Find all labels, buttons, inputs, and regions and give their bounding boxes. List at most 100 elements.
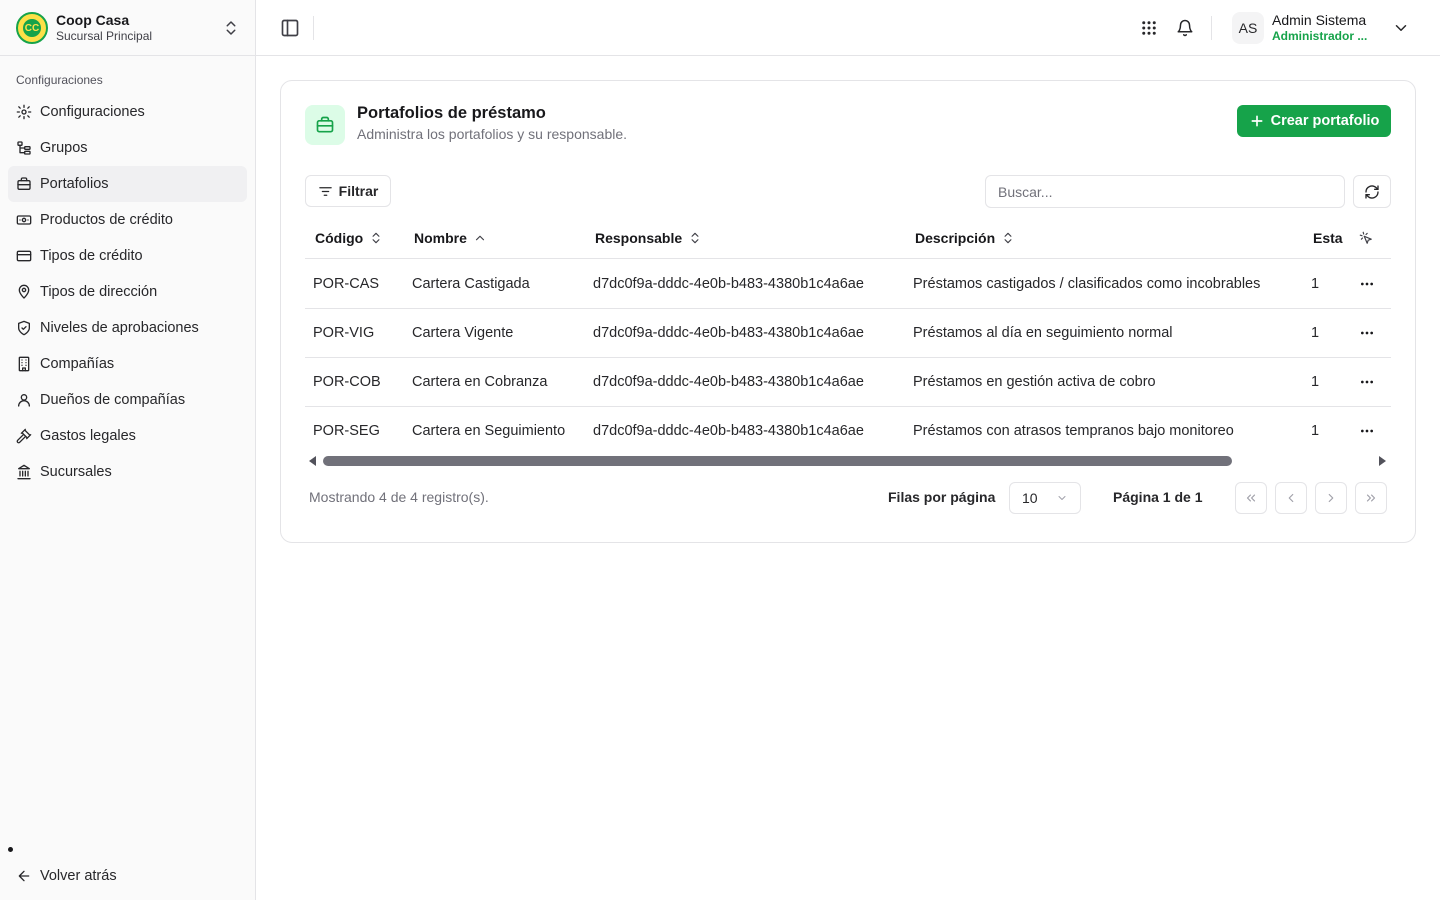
sidebar-item-label: Compañías (40, 356, 115, 372)
credit-card-icon (16, 250, 32, 262)
row-actions-button[interactable] (1353, 325, 1381, 341)
table-row[interactable]: POR-COB Cartera en Cobranza d7dc0f9a-ddd… (305, 358, 1391, 407)
chevrons-up-down-icon[interactable] (222, 19, 240, 37)
org-switcher[interactable]: CC Coop Casa Sucursal Principal (0, 0, 255, 56)
cell-responsable: d7dc0f9a-dddc-4e0b-b483-4380b1c4a6ae (593, 325, 864, 341)
sidebar-item-tipos-direccion[interactable]: Tipos de dirección (8, 274, 247, 310)
cell-codigo: POR-CAS (313, 276, 380, 292)
cell-responsable: d7dc0f9a-dddc-4e0b-b483-4380b1c4a6ae (593, 276, 864, 292)
shield-check-icon (18, 320, 30, 336)
column-settings-button[interactable] (1353, 217, 1373, 259)
search-input[interactable] (985, 175, 1345, 208)
row-actions-button[interactable] (1353, 276, 1381, 292)
table-row[interactable]: POR-SEG Cartera en Seguimiento d7dc0f9a-… (305, 407, 1391, 443)
page-info: Página 1 de 1 (1113, 489, 1203, 505)
more-horizontal-icon (1361, 380, 1373, 384)
sidebar-item-niveles-aprobaciones[interactable]: Niveles de aprobaciones (8, 310, 247, 346)
sort-icon (1004, 232, 1012, 244)
filter-button[interactable]: Filtrar (305, 175, 391, 207)
cell-estado: 1 (1311, 423, 1320, 439)
sidebar-item-tipos-credito[interactable]: Tipos de crédito (8, 238, 247, 274)
cell-responsable: d7dc0f9a-dddc-4e0b-b483-4380b1c4a6ae (593, 423, 864, 439)
sidebar-item-label: Tipos de crédito (40, 248, 143, 264)
cell-nombre: Cartera Castigada (412, 276, 530, 292)
scrollbar-thumb[interactable] (323, 456, 1232, 466)
sidebar-toggle-icon[interactable] (280, 18, 300, 38)
sidebar-item-grupos[interactable]: Grupos (8, 130, 247, 166)
bell-icon[interactable] (1176, 19, 1194, 37)
table-row[interactable]: POR-CAS Cartera Castigada d7dc0f9a-dddc-… (305, 260, 1391, 309)
plus-icon (1251, 115, 1263, 127)
horizontal-scrollbar[interactable] (321, 456, 1373, 466)
top-header: AS Admin Sistema Administrador ... (256, 0, 1440, 56)
refresh-icon (1365, 184, 1379, 199)
previous-page-button[interactable] (1275, 482, 1307, 514)
rows-per-page-label: Filas por página (888, 489, 996, 505)
sidebar-item-duenos-companias[interactable]: Dueños de compañías (8, 382, 247, 418)
next-page-button[interactable] (1315, 482, 1347, 514)
scroll-right-arrow[interactable] (1379, 456, 1386, 466)
sidebar-item-label: Productos de crédito (40, 212, 173, 228)
cell-estado: 1 (1311, 276, 1320, 292)
banknote-icon (16, 215, 32, 225)
sidebar-item-label: Tipos de dirección (40, 284, 158, 300)
sidebar-item-sucursales[interactable]: Sucursales (8, 454, 247, 490)
sidebar-item-label: Dueños de compañías (40, 392, 186, 408)
cell-codigo: POR-VIG (313, 325, 375, 341)
column-header-nombre[interactable]: Nombre (414, 217, 487, 259)
org-logo-mark: CC (23, 19, 41, 37)
sidebar-item-label: Niveles de aprobaciones (40, 320, 199, 336)
row-actions-button[interactable] (1353, 423, 1381, 439)
rows-per-page-select[interactable]: 10 (1009, 482, 1081, 514)
user-role: Administrador ... (1272, 29, 1368, 43)
column-header-estado[interactable]: Esta (1313, 217, 1343, 259)
more-horizontal-icon (1361, 282, 1373, 286)
apps-grid-icon[interactable] (1140, 19, 1158, 37)
column-header-descripcion[interactable]: Descripción (915, 217, 1015, 259)
map-pin-icon (18, 284, 30, 299)
chevron-right-icon (1328, 493, 1334, 503)
sort-icon (372, 232, 380, 244)
briefcase-icon (316, 116, 334, 133)
sort-ascending-icon (475, 235, 484, 241)
sidebar-item-companias[interactable]: Compañías (8, 346, 247, 382)
row-actions-button[interactable] (1353, 374, 1381, 390)
sidebar-nav: Configuraciones Grupos Portafolios Produ… (8, 94, 247, 490)
user-name[interactable]: Admin Sistema (1272, 12, 1366, 28)
sort-icon (691, 232, 699, 244)
landmark-icon (17, 464, 31, 480)
chevrons-left-icon (1246, 494, 1256, 502)
first-page-button[interactable] (1235, 482, 1267, 514)
sparkle-pointer-icon (1359, 231, 1372, 244)
cell-nombre: Cartera Vigente (412, 325, 514, 341)
cell-nombre: Cartera en Seguimiento (412, 423, 566, 439)
last-page-button[interactable] (1355, 482, 1387, 514)
cell-descripcion: Préstamos en gestión activa de cobro (913, 374, 1156, 390)
sidebar-item-label: Configuraciones (40, 104, 145, 120)
portfolios-card: Portafolios de préstamo Administra los p… (280, 80, 1416, 543)
sidebar: CC Coop Casa Sucursal Principal Configur… (0, 0, 256, 900)
sidebar-item-portafolios[interactable]: Portafolios (8, 166, 247, 202)
chevron-down-icon (1058, 496, 1066, 500)
avatar[interactable]: AS (1232, 12, 1264, 44)
sidebar-item-configuraciones[interactable]: Configuraciones (8, 94, 247, 130)
chevron-down-icon[interactable] (1392, 19, 1410, 37)
scroll-left-arrow[interactable] (309, 456, 316, 466)
create-portfolio-button[interactable]: Crear portafolio (1237, 105, 1391, 137)
table-row[interactable]: POR-VIG Cartera Vigente d7dc0f9a-dddc-4e… (305, 309, 1391, 358)
sidebar-item-gastos-legales[interactable]: Gastos legales (8, 418, 247, 454)
column-header-responsable[interactable]: Responsable (595, 217, 702, 259)
sidebar-item-label: Sucursales (40, 464, 112, 480)
back-label: Volver atrás (40, 868, 117, 884)
more-horizontal-icon (1361, 429, 1373, 433)
column-header-codigo[interactable]: Código (315, 217, 383, 259)
records-count: Mostrando 4 de 4 registro(s). (309, 489, 489, 505)
back-link[interactable]: Volver atrás (16, 864, 117, 888)
arrow-left-icon (18, 870, 30, 882)
portfolios-table: Código Nombre Responsable Descripción Es… (305, 217, 1391, 443)
refresh-button[interactable] (1353, 175, 1391, 208)
sidebar-item-productos-credito[interactable]: Productos de crédito (8, 202, 247, 238)
card-icon (305, 105, 345, 145)
cell-codigo: POR-COB (313, 374, 381, 390)
cell-responsable: d7dc0f9a-dddc-4e0b-b483-4380b1c4a6ae (593, 374, 864, 390)
